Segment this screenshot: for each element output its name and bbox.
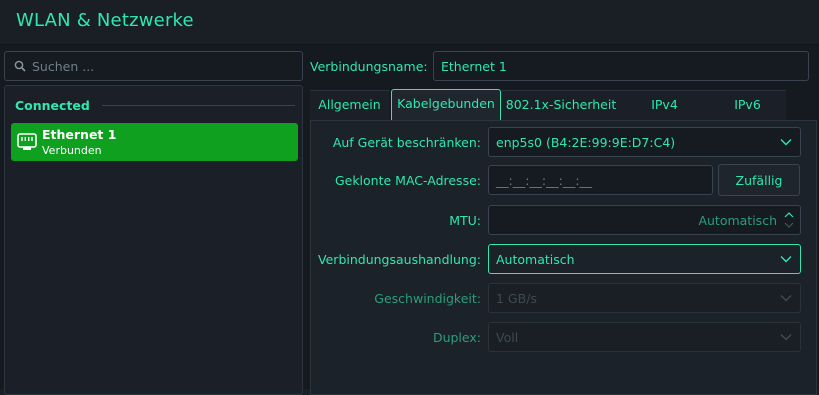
connection-status: Verbunden (42, 144, 102, 157)
search-input[interactable] (32, 53, 292, 79)
spin-arrows-icon[interactable] (784, 210, 794, 230)
section-divider (102, 105, 295, 106)
settings-tabs: Allgemein Kabelgebunden 802.1x-Sicherhei… (310, 89, 786, 121)
section-title-connected: Connected (15, 98, 90, 113)
chevron-down-icon (780, 139, 792, 146)
tab-kabelgebunden[interactable]: Kabelgebunden (391, 89, 501, 121)
duplex-label: Duplex: (432, 330, 481, 345)
tab-ipv4[interactable]: IPv4 (620, 90, 709, 120)
mac-label: Geklonte MAC-Adresse: (334, 173, 481, 188)
negotiation-select[interactable]: Automatisch (488, 244, 801, 274)
chevron-down-icon (780, 334, 792, 341)
negotiation-label: Verbindungsaushandlung: (318, 252, 481, 267)
connection-item-ethernet-1[interactable]: Ethernet 1 Verbunden (11, 123, 298, 161)
speed-select: 1 GB/s (488, 283, 801, 313)
ethernet-icon (17, 133, 37, 150)
connection-name-input[interactable] (441, 54, 801, 78)
mac-address-field[interactable]: __:__:__:__:__:__ (488, 165, 713, 195)
window-title: WLAN & Netzwerke (16, 10, 194, 31)
tab-allgemein[interactable]: Allgemein (310, 90, 389, 120)
device-select[interactable]: enp5s0 (B4:2E:99:9E:D7:C4) (488, 127, 801, 157)
device-value: enp5s0 (B4:2E:99:9E:D7:C4) (496, 135, 676, 150)
speed-value: 1 GB/s (496, 291, 537, 306)
connection-name-label: Verbindungsname: (310, 59, 428, 74)
network-settings-window: Connected Ethernet 1 Verbunden Verbindun… (0, 44, 819, 395)
mtu-spinbox[interactable]: Automatisch (488, 205, 801, 235)
mtu-label: MTU: (449, 213, 481, 228)
random-mac-button[interactable]: Zufällig (718, 164, 800, 196)
duplex-value: Voll (496, 330, 519, 345)
tab-8021x-sicherheit[interactable]: 802.1x-Sicherheit (502, 90, 620, 120)
search-icon (14, 60, 26, 72)
mac-address-placeholder: __:__:__:__:__:__ (496, 173, 593, 188)
device-label: Auf Gerät beschränken: (332, 135, 481, 150)
tab-ipv6[interactable]: IPv6 (709, 90, 786, 120)
negotiation-value: Automatisch (496, 252, 575, 267)
connection-name: Ethernet 1 (42, 127, 117, 142)
chevron-down-icon (780, 295, 792, 302)
wired-settings-panel: Auf Gerät beschränken: enp5s0 (B4:2E:99:… (310, 120, 817, 395)
mtu-value: Automatisch (698, 213, 777, 228)
connection-list: Connected Ethernet 1 Verbunden (4, 85, 303, 395)
chevron-down-icon (780, 256, 792, 263)
search-box[interactable] (4, 51, 303, 81)
connection-name-field[interactable] (433, 51, 809, 81)
duplex-select: Voll (488, 322, 801, 352)
speed-label: Geschwindigkeit: (374, 291, 481, 306)
title-bar: WLAN & Netzwerke (0, 0, 819, 44)
